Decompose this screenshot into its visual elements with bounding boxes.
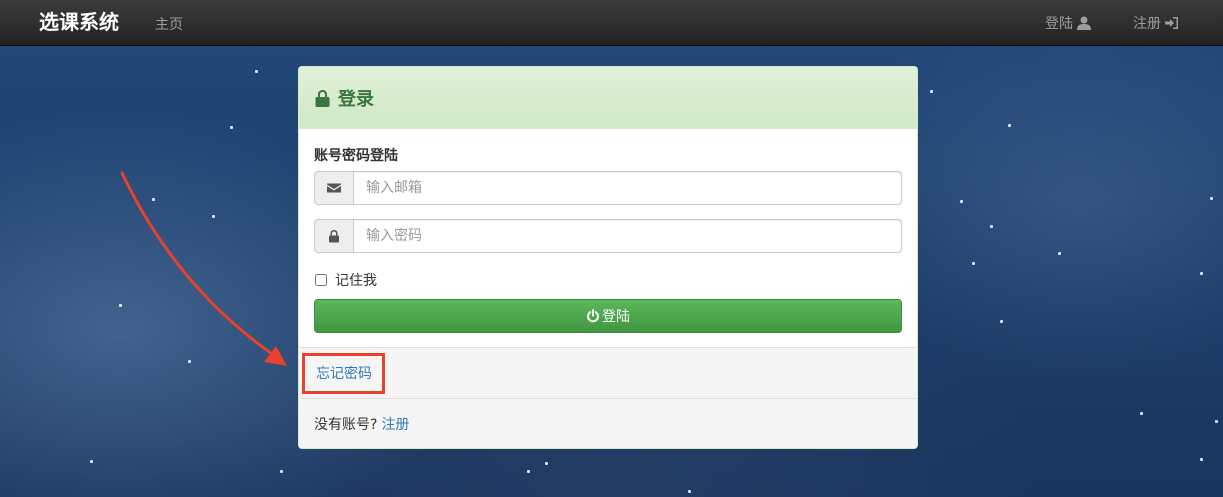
email-addon bbox=[314, 171, 353, 205]
login-form: 账号密码登陆 记住我 登陆 bbox=[299, 129, 917, 347]
power-icon bbox=[587, 309, 599, 323]
no-account-text: 没有账号? bbox=[314, 417, 378, 433]
forgot-password-highlight: 忘记密码 bbox=[302, 352, 385, 394]
lock-icon bbox=[315, 89, 330, 107]
password-addon bbox=[314, 219, 353, 253]
envelope-icon bbox=[327, 183, 341, 193]
forgot-password-link[interactable]: 忘记密码 bbox=[316, 363, 372, 383]
login-panel: 登录 账号密码登陆 记住我 登陆 忘记密码 没有账 bbox=[298, 66, 918, 449]
register-link[interactable]: 注册 bbox=[381, 414, 409, 434]
email-input[interactable] bbox=[353, 171, 902, 205]
password-input-group bbox=[314, 219, 902, 253]
nav-login-link[interactable]: 登陆 bbox=[1045, 13, 1091, 33]
nav-right-group: 登陆 注册 bbox=[1045, 13, 1223, 33]
section-label: 账号密码登陆 bbox=[314, 148, 398, 164]
nav-home-link[interactable]: 主页 bbox=[155, 14, 183, 34]
forgot-password-footer: 忘记密码 bbox=[299, 347, 917, 398]
login-button-label: 登陆 bbox=[602, 309, 630, 325]
nav-login-label: 登陆 bbox=[1045, 16, 1073, 32]
register-footer: 没有账号? 注册 bbox=[299, 398, 917, 448]
nav-register-label: 注册 bbox=[1133, 16, 1161, 32]
remember-me-checkbox[interactable] bbox=[315, 274, 327, 286]
top-navbar: 选课系统 主页 登陆 注册 bbox=[0, 0, 1223, 46]
login-panel-title: 登录 bbox=[338, 88, 374, 110]
remember-me-row: 记住我 bbox=[314, 269, 902, 291]
login-panel-heading: 登录 bbox=[299, 67, 917, 129]
remember-me-label: 记住我 bbox=[335, 273, 377, 289]
nav-register-link[interactable]: 注册 bbox=[1133, 13, 1179, 33]
lock-icon bbox=[329, 230, 339, 243]
email-input-group bbox=[314, 171, 902, 205]
login-button[interactable]: 登陆 bbox=[314, 299, 902, 333]
brand-title[interactable]: 选课系统 bbox=[39, 6, 119, 35]
sign-in-icon bbox=[1165, 17, 1178, 29]
password-input[interactable] bbox=[353, 219, 902, 253]
user-icon bbox=[1077, 16, 1091, 30]
